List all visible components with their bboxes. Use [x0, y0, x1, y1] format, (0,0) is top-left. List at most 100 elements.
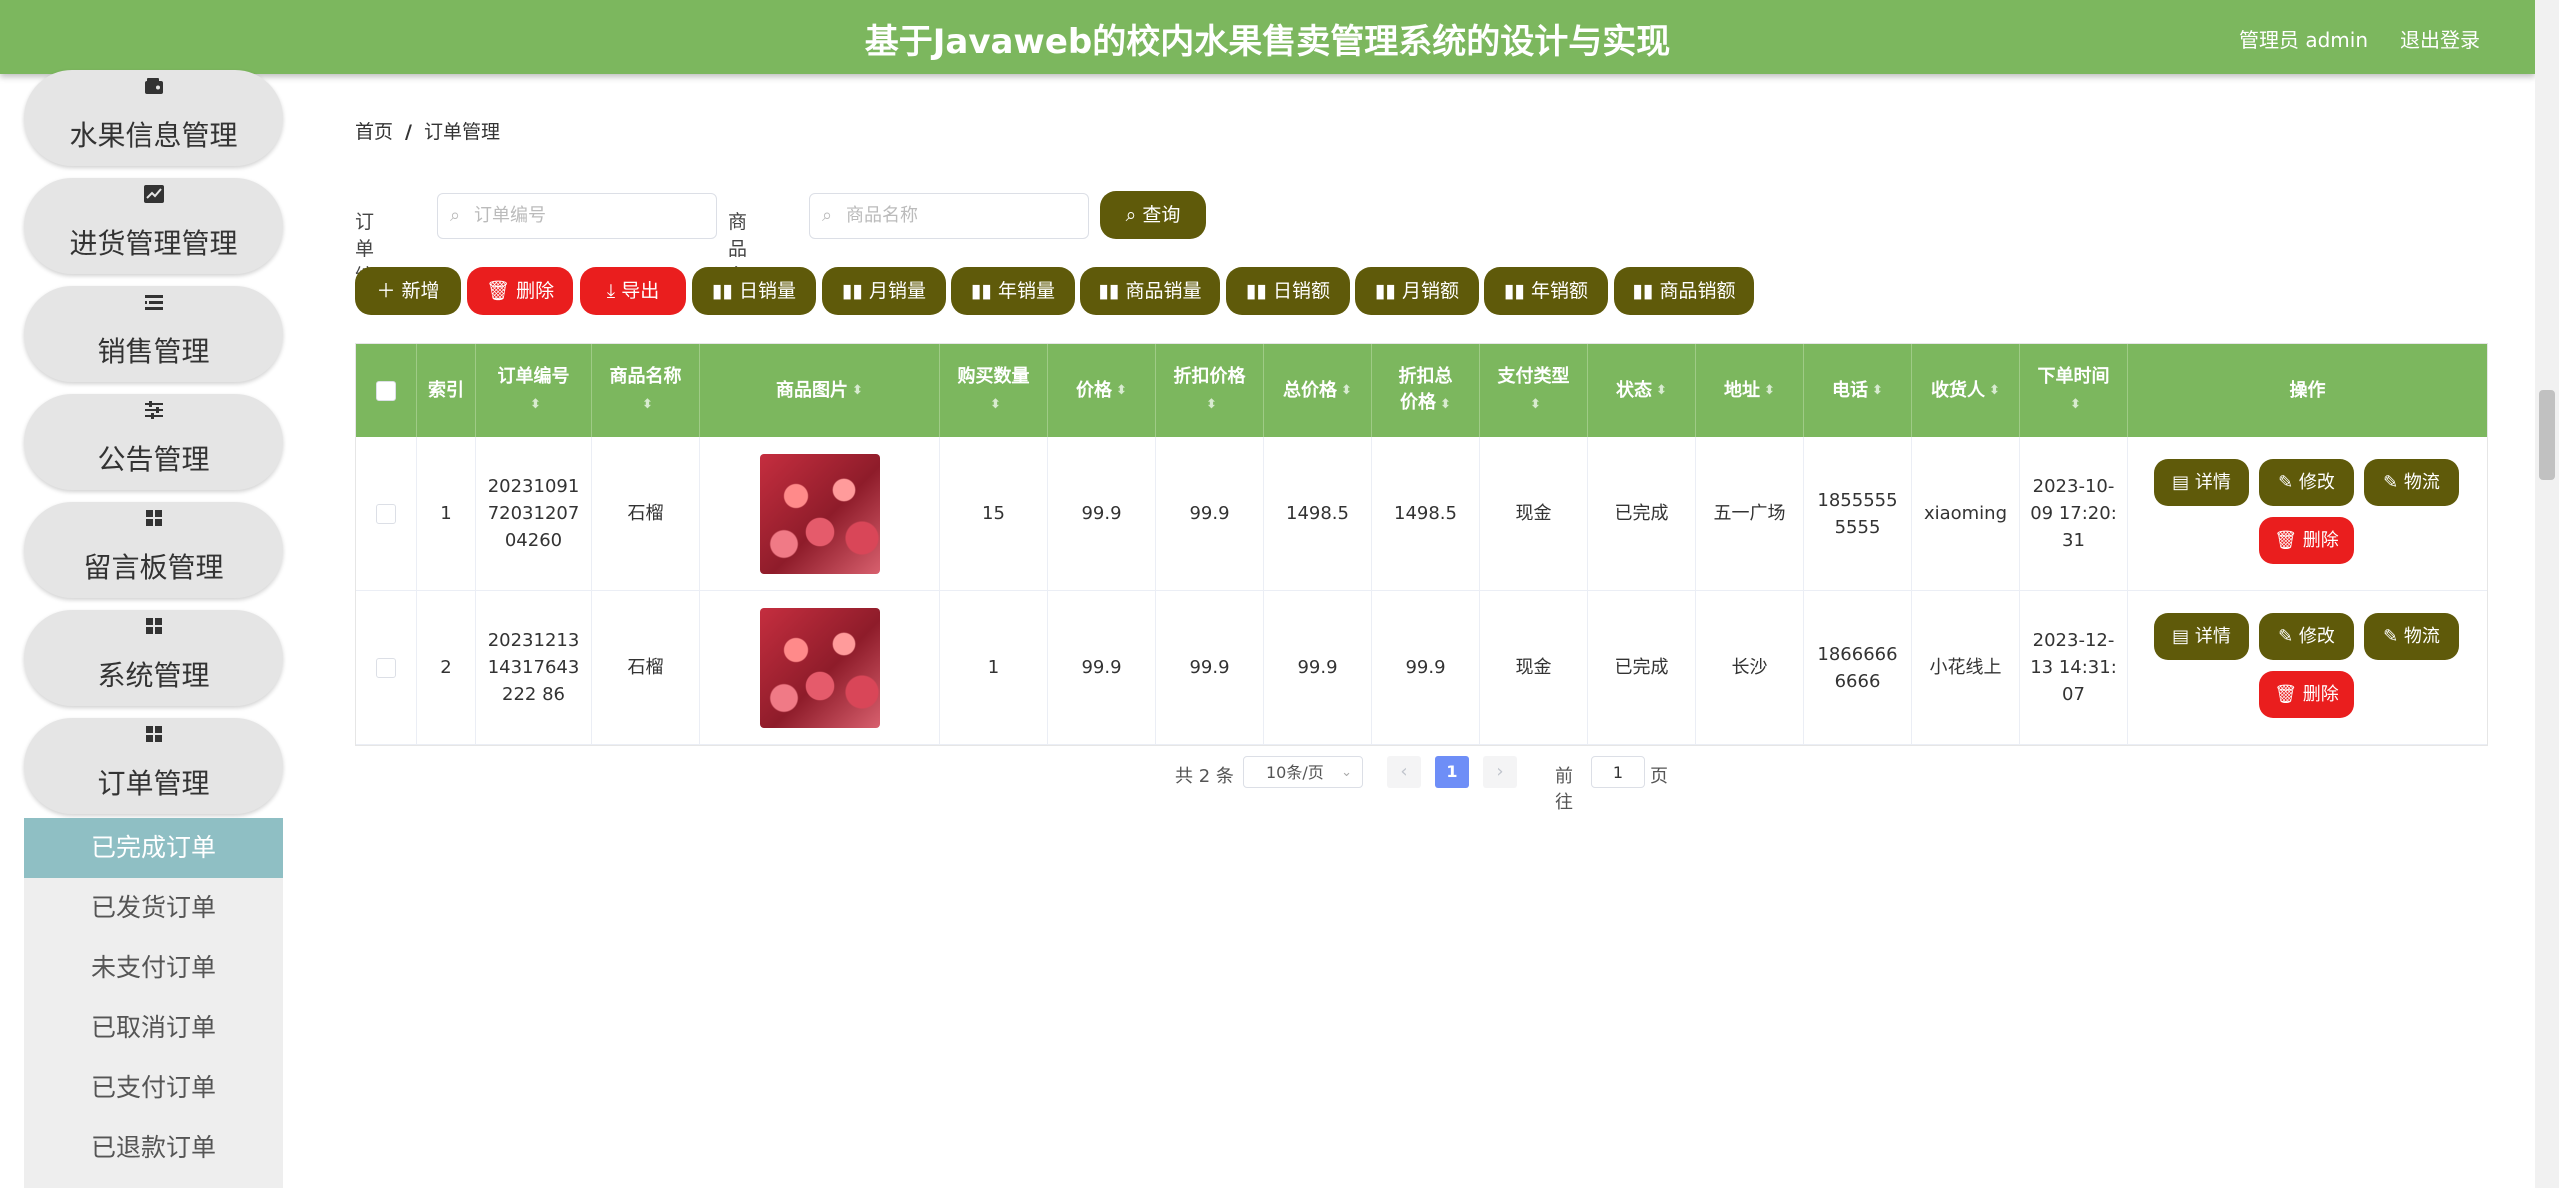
sidebar-item-sales[interactable]: 销售管理	[24, 286, 283, 382]
sort-icon[interactable]: ⬍	[1764, 378, 1775, 404]
col-image[interactable]: 商品图片 ⬍	[700, 344, 940, 437]
row-select-cell	[356, 437, 417, 590]
breadcrumb-separator: /	[405, 121, 412, 143]
cell-receiver: 小花线上	[1912, 591, 2020, 744]
daily-amount-label: 日销额	[1272, 280, 1330, 302]
export-button[interactable]: ⤓ 导出	[580, 267, 686, 315]
col-address[interactable]: 地址 ⬍	[1696, 344, 1804, 437]
sidebar-item-label: 系统管理	[97, 659, 210, 692]
table-header: 索引 订单编号 ⬍ 商品名称 ⬍ 商品图片 ⬍ 购买数量 ⬍ 价格 ⬍ 折扣价格 ⬍ 总价格…	[356, 344, 2487, 437]
col-phone[interactable]: 电话 ⬍	[1804, 344, 1912, 437]
col-qty[interactable]: 购买数量 ⬍	[940, 344, 1048, 437]
page-scrollbar[interactable]	[2535, 0, 2559, 1188]
edit-button-label: 修改	[2298, 626, 2335, 647]
delete-button[interactable]: 🗑 删除	[467, 267, 573, 315]
row-checkbox[interactable]	[376, 503, 396, 524]
sort-icon[interactable]: ⬍	[1530, 397, 1541, 412]
col-order-time-label: 下单时间	[2037, 365, 2110, 387]
col-order-time[interactable]: 下单时间 ⬍	[2020, 344, 2128, 437]
goto-page-input[interactable]: 1	[1591, 756, 1645, 788]
add-button[interactable]: ＋ 新增	[355, 267, 461, 315]
next-page-button[interactable]: ›	[1483, 756, 1517, 788]
order-no-input[interactable]: ⌕ 订单编号	[437, 193, 717, 239]
detail-button[interactable]: ▤ 详情	[2154, 459, 2249, 506]
row-delete-button[interactable]: 🗑 删除	[2259, 671, 2354, 718]
detail-button[interactable]: ▤ 详情	[2154, 613, 2249, 660]
pomegranate-image[interactable]	[759, 607, 880, 728]
monthly-amount-button[interactable]: ▮▮ 月销额	[1355, 267, 1479, 315]
sliders-icon	[24, 400, 283, 425]
sidebar-item-purchase[interactable]: 进货管理管理	[24, 178, 283, 274]
sort-icon[interactable]: ⬍	[1341, 378, 1352, 404]
col-order-no[interactable]: 订单编号 ⬍	[476, 344, 592, 437]
submenu-paid-orders[interactable]: 已支付订单	[24, 1058, 283, 1118]
sort-icon[interactable]: ⬍	[1656, 378, 1667, 404]
yearly-amount-button[interactable]: ▮▮ 年销额	[1484, 267, 1608, 315]
row-delete-button[interactable]: 🗑 删除	[2259, 517, 2354, 564]
product-name-placeholder: 商品名称	[846, 205, 918, 226]
edit-button[interactable]: ✎ 修改	[2259, 459, 2354, 506]
total-count: 共 2 条	[1175, 766, 1234, 787]
sort-icon[interactable]: ⬍	[530, 397, 541, 412]
col-total[interactable]: 总价格 ⬍	[1264, 344, 1372, 437]
edit-button[interactable]: ✎ 修改	[2259, 613, 2354, 660]
sort-icon[interactable]: ⬍	[1440, 397, 1451, 412]
sort-icon[interactable]: ⬍	[1989, 378, 2000, 404]
chevron-right-icon: ›	[1496, 761, 1504, 782]
col-pay-type[interactable]: 支付类型 ⬍	[1480, 344, 1588, 437]
col-price[interactable]: 价格 ⬍	[1048, 344, 1156, 437]
submenu-completed-orders[interactable]: 已完成订单	[24, 818, 283, 878]
col-receiver[interactable]: 收货人 ⬍	[1912, 344, 2020, 437]
page-number-current[interactable]: 1	[1435, 756, 1469, 788]
sort-icon[interactable]: ⬍	[852, 378, 863, 404]
page-size-select[interactable]: 10条/页 ⌄	[1243, 756, 1363, 788]
product-amount-button[interactable]: ▮▮ 商品销额	[1614, 267, 1754, 315]
submenu-cancelled-orders[interactable]: 已取消订单	[24, 998, 283, 1058]
admin-user-label[interactable]: 管理员 admin	[2239, 24, 2368, 53]
cell-discount-price: 99.9	[1156, 591, 1264, 744]
breadcrumb-home[interactable]: 首页	[355, 121, 393, 143]
col-pay-type-label: 支付类型	[1497, 365, 1570, 387]
product-volume-button[interactable]: ▮▮ 商品销量	[1080, 267, 1220, 315]
pomegranate-image[interactable]	[759, 453, 880, 574]
prev-page-button[interactable]: ‹	[1387, 756, 1421, 788]
sort-icon[interactable]: ⬍	[642, 397, 653, 412]
scrollbar-thumb[interactable]	[2539, 390, 2555, 480]
monthly-volume-button[interactable]: ▮▮ 月销量	[822, 267, 946, 315]
sidebar-item-message-board[interactable]: 留言板管理	[24, 502, 283, 598]
document-icon: ▤	[2172, 626, 2195, 647]
sidebar-item-label: 订单管理	[97, 767, 210, 800]
cell-pay-type: 现金	[1480, 437, 1588, 590]
sidebar-item-orders[interactable]: 订单管理	[24, 718, 283, 814]
sort-icon[interactable]: ⬍	[2070, 397, 2081, 412]
yearly-volume-button[interactable]: ▮▮ 年销量	[951, 267, 1075, 315]
sort-icon[interactable]: ⬍	[1116, 378, 1127, 404]
cell-address: 五一广场	[1696, 437, 1804, 590]
cell-order-no: 2023121314317643222 86	[476, 591, 592, 744]
logistics-button[interactable]: ✎ 物流	[2364, 613, 2459, 660]
bar-chart-icon: ▮▮	[1504, 280, 1531, 302]
submenu-refunded-orders[interactable]: 已退款订单	[24, 1118, 283, 1178]
sort-icon[interactable]: ⬍	[1872, 378, 1883, 404]
submenu-unpaid-orders[interactable]: 未支付订单	[24, 938, 283, 998]
daily-amount-button[interactable]: ▮▮ 日销额	[1226, 267, 1350, 315]
select-all-checkbox[interactable]	[376, 380, 396, 401]
yearly-volume-label: 年销量	[997, 280, 1055, 302]
logistics-button[interactable]: ✎ 物流	[2364, 459, 2459, 506]
sidebar-item-system[interactable]: 系统管理	[24, 610, 283, 706]
query-button[interactable]: ⌕ 查询	[1100, 191, 1206, 239]
product-name-input[interactable]: ⌕ 商品名称	[809, 193, 1089, 239]
cell-order-time: 2023-10-09 17:20:31	[2020, 437, 2128, 590]
daily-volume-button[interactable]: ▮▮ 日销量	[692, 267, 816, 315]
logout-link[interactable]: 退出登录	[2400, 24, 2480, 53]
sidebar-item-fruit-info[interactable]: 水果信息管理	[24, 70, 283, 166]
col-status[interactable]: 状态 ⬍	[1588, 344, 1696, 437]
submenu-shipped-orders[interactable]: 已发货订单	[24, 878, 283, 938]
col-product[interactable]: 商品名称 ⬍	[592, 344, 700, 437]
col-discount-total[interactable]: 折扣总价格 ⬍	[1372, 344, 1480, 437]
sidebar-item-notice[interactable]: 公告管理	[24, 394, 283, 490]
row-checkbox[interactable]	[376, 657, 396, 678]
col-discount-price[interactable]: 折扣价格 ⬍	[1156, 344, 1264, 437]
sort-icon[interactable]: ⬍	[1206, 397, 1217, 412]
sort-icon[interactable]: ⬍	[990, 397, 1001, 412]
